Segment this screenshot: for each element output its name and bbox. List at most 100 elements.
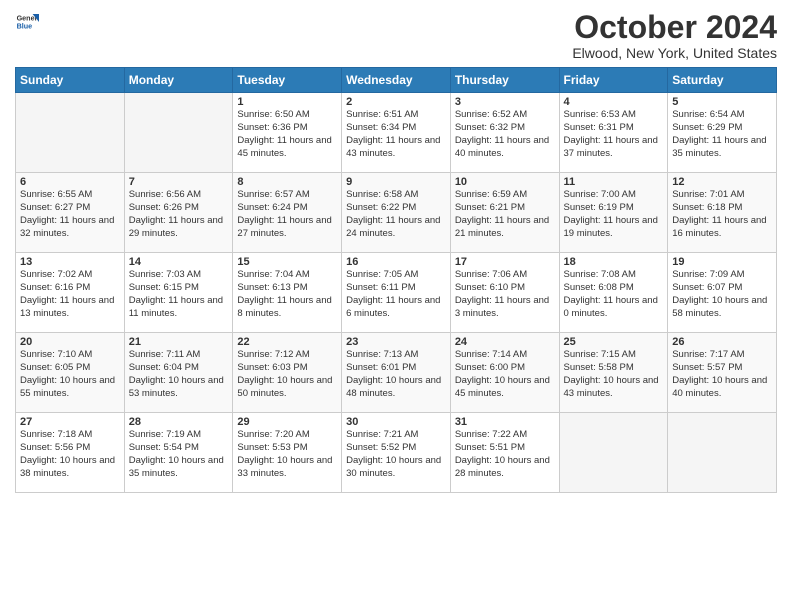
- day-info: Sunrise: 7:12 AMSunset: 6:03 PMDaylight:…: [237, 349, 337, 400]
- day-number: 22: [237, 336, 337, 348]
- week-row-1: 6Sunrise: 6:55 AMSunset: 6:27 PMDaylight…: [16, 173, 777, 253]
- day-info: Sunrise: 7:17 AMSunset: 5:57 PMDaylight:…: [672, 349, 772, 400]
- calendar-header-row: SundayMondayTuesdayWednesdayThursdayFrid…: [16, 68, 777, 93]
- day-info: Sunrise: 6:50 AMSunset: 6:36 PMDaylight:…: [237, 109, 337, 160]
- col-header-wednesday: Wednesday: [342, 68, 451, 93]
- week-row-3: 20Sunrise: 7:10 AMSunset: 6:05 PMDayligh…: [16, 333, 777, 413]
- day-number: 14: [129, 256, 229, 268]
- location: Elwood, New York, United States: [572, 45, 777, 61]
- day-info: Sunrise: 7:05 AMSunset: 6:11 PMDaylight:…: [346, 269, 446, 320]
- day-number: 8: [237, 176, 337, 188]
- day-number: 30: [346, 416, 446, 428]
- calendar-cell: [16, 93, 125, 173]
- calendar-cell: 12Sunrise: 7:01 AMSunset: 6:18 PMDayligh…: [668, 173, 777, 253]
- day-number: 11: [564, 176, 664, 188]
- calendar-cell: 13Sunrise: 7:02 AMSunset: 6:16 PMDayligh…: [16, 253, 125, 333]
- day-info: Sunrise: 7:06 AMSunset: 6:10 PMDaylight:…: [455, 269, 555, 320]
- day-info: Sunrise: 7:13 AMSunset: 6:01 PMDaylight:…: [346, 349, 446, 400]
- day-info: Sunrise: 6:58 AMSunset: 6:22 PMDaylight:…: [346, 189, 446, 240]
- day-number: 16: [346, 256, 446, 268]
- day-info: Sunrise: 6:55 AMSunset: 6:27 PMDaylight:…: [20, 189, 120, 240]
- day-info: Sunrise: 7:00 AMSunset: 6:19 PMDaylight:…: [564, 189, 664, 240]
- col-header-monday: Monday: [124, 68, 233, 93]
- calendar-cell: 27Sunrise: 7:18 AMSunset: 5:56 PMDayligh…: [16, 413, 125, 493]
- day-number: 13: [20, 256, 120, 268]
- col-header-tuesday: Tuesday: [233, 68, 342, 93]
- col-header-sunday: Sunday: [16, 68, 125, 93]
- calendar-cell: 29Sunrise: 7:20 AMSunset: 5:53 PMDayligh…: [233, 413, 342, 493]
- calendar-cell: 9Sunrise: 6:58 AMSunset: 6:22 PMDaylight…: [342, 173, 451, 253]
- calendar-cell: 5Sunrise: 6:54 AMSunset: 6:29 PMDaylight…: [668, 93, 777, 173]
- day-number: 20: [20, 336, 120, 348]
- week-row-0: 1Sunrise: 6:50 AMSunset: 6:36 PMDaylight…: [16, 93, 777, 173]
- calendar-cell: 21Sunrise: 7:11 AMSunset: 6:04 PMDayligh…: [124, 333, 233, 413]
- day-info: Sunrise: 7:15 AMSunset: 5:58 PMDaylight:…: [564, 349, 664, 400]
- day-info: Sunrise: 6:59 AMSunset: 6:21 PMDaylight:…: [455, 189, 555, 240]
- day-number: 23: [346, 336, 446, 348]
- calendar-table: SundayMondayTuesdayWednesdayThursdayFrid…: [15, 67, 777, 493]
- day-info: Sunrise: 6:53 AMSunset: 6:31 PMDaylight:…: [564, 109, 664, 160]
- calendar-cell: 16Sunrise: 7:05 AMSunset: 6:11 PMDayligh…: [342, 253, 451, 333]
- col-header-thursday: Thursday: [450, 68, 559, 93]
- day-number: 2: [346, 96, 446, 108]
- calendar-cell: 18Sunrise: 7:08 AMSunset: 6:08 PMDayligh…: [559, 253, 668, 333]
- day-number: 25: [564, 336, 664, 348]
- day-number: 3: [455, 96, 555, 108]
- calendar-cell: 24Sunrise: 7:14 AMSunset: 6:00 PMDayligh…: [450, 333, 559, 413]
- calendar-cell: 1Sunrise: 6:50 AMSunset: 6:36 PMDaylight…: [233, 93, 342, 173]
- day-info: Sunrise: 6:56 AMSunset: 6:26 PMDaylight:…: [129, 189, 229, 240]
- day-number: 7: [129, 176, 229, 188]
- calendar-cell: 7Sunrise: 6:56 AMSunset: 6:26 PMDaylight…: [124, 173, 233, 253]
- calendar-cell: 14Sunrise: 7:03 AMSunset: 6:15 PMDayligh…: [124, 253, 233, 333]
- day-number: 19: [672, 256, 772, 268]
- day-info: Sunrise: 7:09 AMSunset: 6:07 PMDaylight:…: [672, 269, 772, 320]
- day-info: Sunrise: 7:03 AMSunset: 6:15 PMDaylight:…: [129, 269, 229, 320]
- day-number: 10: [455, 176, 555, 188]
- col-header-saturday: Saturday: [668, 68, 777, 93]
- calendar-cell: 30Sunrise: 7:21 AMSunset: 5:52 PMDayligh…: [342, 413, 451, 493]
- day-number: 5: [672, 96, 772, 108]
- calendar-cell: 28Sunrise: 7:19 AMSunset: 5:54 PMDayligh…: [124, 413, 233, 493]
- day-info: Sunrise: 7:21 AMSunset: 5:52 PMDaylight:…: [346, 429, 446, 480]
- logo-icon: General Blue: [15, 10, 39, 34]
- calendar-cell: 25Sunrise: 7:15 AMSunset: 5:58 PMDayligh…: [559, 333, 668, 413]
- calendar-cell: [668, 413, 777, 493]
- month-title: October 2024: [572, 10, 777, 45]
- calendar-cell: 31Sunrise: 7:22 AMSunset: 5:51 PMDayligh…: [450, 413, 559, 493]
- week-row-2: 13Sunrise: 7:02 AMSunset: 6:16 PMDayligh…: [16, 253, 777, 333]
- calendar-cell: 6Sunrise: 6:55 AMSunset: 6:27 PMDaylight…: [16, 173, 125, 253]
- day-info: Sunrise: 7:01 AMSunset: 6:18 PMDaylight:…: [672, 189, 772, 240]
- day-info: Sunrise: 6:52 AMSunset: 6:32 PMDaylight:…: [455, 109, 555, 160]
- day-number: 18: [564, 256, 664, 268]
- day-number: 9: [346, 176, 446, 188]
- logo: General Blue: [15, 10, 39, 34]
- calendar-cell: 17Sunrise: 7:06 AMSunset: 6:10 PMDayligh…: [450, 253, 559, 333]
- day-number: 21: [129, 336, 229, 348]
- day-number: 12: [672, 176, 772, 188]
- day-number: 4: [564, 96, 664, 108]
- day-number: 31: [455, 416, 555, 428]
- calendar-cell: 10Sunrise: 6:59 AMSunset: 6:21 PMDayligh…: [450, 173, 559, 253]
- calendar-cell: 23Sunrise: 7:13 AMSunset: 6:01 PMDayligh…: [342, 333, 451, 413]
- calendar-cell: 19Sunrise: 7:09 AMSunset: 6:07 PMDayligh…: [668, 253, 777, 333]
- day-info: Sunrise: 6:54 AMSunset: 6:29 PMDaylight:…: [672, 109, 772, 160]
- day-info: Sunrise: 7:10 AMSunset: 6:05 PMDaylight:…: [20, 349, 120, 400]
- day-info: Sunrise: 7:08 AMSunset: 6:08 PMDaylight:…: [564, 269, 664, 320]
- day-number: 1: [237, 96, 337, 108]
- day-number: 24: [455, 336, 555, 348]
- calendar-cell: 3Sunrise: 6:52 AMSunset: 6:32 PMDaylight…: [450, 93, 559, 173]
- calendar-cell: 4Sunrise: 6:53 AMSunset: 6:31 PMDaylight…: [559, 93, 668, 173]
- calendar-cell: [559, 413, 668, 493]
- day-info: Sunrise: 6:51 AMSunset: 6:34 PMDaylight:…: [346, 109, 446, 160]
- calendar-cell: [124, 93, 233, 173]
- day-info: Sunrise: 7:14 AMSunset: 6:00 PMDaylight:…: [455, 349, 555, 400]
- day-info: Sunrise: 7:11 AMSunset: 6:04 PMDaylight:…: [129, 349, 229, 400]
- day-info: Sunrise: 7:20 AMSunset: 5:53 PMDaylight:…: [237, 429, 337, 480]
- calendar-cell: 22Sunrise: 7:12 AMSunset: 6:03 PMDayligh…: [233, 333, 342, 413]
- week-row-4: 27Sunrise: 7:18 AMSunset: 5:56 PMDayligh…: [16, 413, 777, 493]
- calendar-cell: 2Sunrise: 6:51 AMSunset: 6:34 PMDaylight…: [342, 93, 451, 173]
- calendar-cell: 11Sunrise: 7:00 AMSunset: 6:19 PMDayligh…: [559, 173, 668, 253]
- day-number: 6: [20, 176, 120, 188]
- day-info: Sunrise: 7:04 AMSunset: 6:13 PMDaylight:…: [237, 269, 337, 320]
- svg-text:Blue: Blue: [17, 21, 33, 30]
